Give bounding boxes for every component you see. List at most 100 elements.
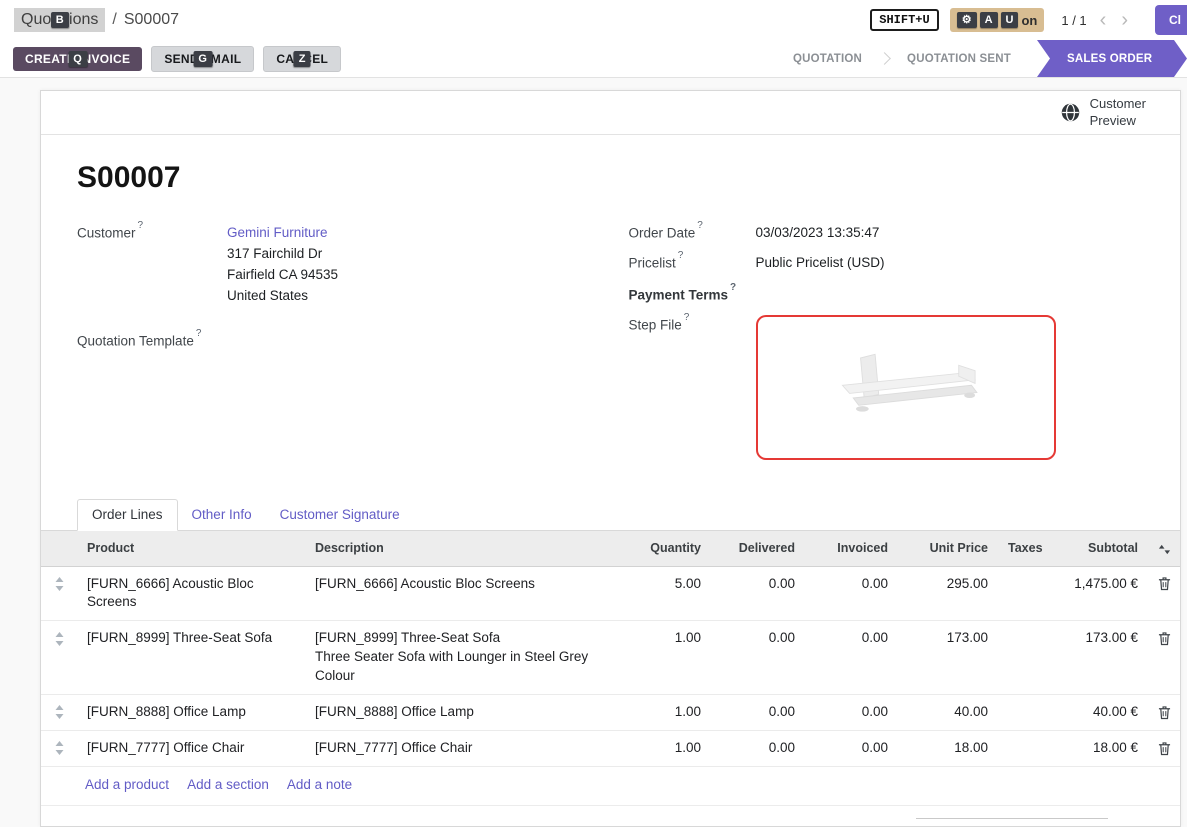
description-cell[interactable]: [FURN_8999] Three-Seat SofaThree Seater … <box>305 621 611 695</box>
invoiced-cell[interactable]: 0.00 <box>805 566 898 621</box>
add-product-link[interactable]: Add a product <box>85 777 169 792</box>
delivered-cell[interactable]: 0.00 <box>711 695 805 731</box>
quantity-cell[interactable]: 1.00 <box>611 621 711 695</box>
tab-customer-signature[interactable]: Customer Signature <box>266 500 414 530</box>
help-icon: ? <box>678 250 684 261</box>
drag-handle-icon <box>55 705 64 719</box>
cancel-button[interactable]: CANCEL Z <box>263 46 341 72</box>
create-invoice-button[interactable]: CREATE INVOICE Q <box>13 47 142 71</box>
delivered-cell[interactable]: 0.00 <box>711 566 805 621</box>
table-row[interactable]: [FURN_6666] Acoustic Bloc Screens [FURN_… <box>41 566 1181 621</box>
delete-row-button[interactable] <box>1148 695 1181 731</box>
field-pricelist: Pricelist? Public Pricelist (USD) <box>629 253 1145 274</box>
breadcrumb: Quotations B / S00007 <box>14 8 179 32</box>
trash-icon <box>1158 631 1171 646</box>
invoiced-cell[interactable]: 0.00 <box>805 695 898 731</box>
invoiced-cell[interactable]: 0.00 <box>805 621 898 695</box>
customer-link[interactable]: Gemini Furniture <box>227 225 328 240</box>
table-row[interactable]: [FURN_8888] Office Lamp [FURN_8888] Offi… <box>41 695 1181 731</box>
optional-columns-toggle[interactable] <box>1148 531 1181 566</box>
help-icon: ? <box>138 220 144 231</box>
field-label-customer: Customer? <box>77 223 227 241</box>
field-customer: Customer? Gemini Furniture 317 Fairchild… <box>77 223 593 307</box>
step-file-image[interactable] <box>756 315 1056 460</box>
field-value-pricelist[interactable]: Public Pricelist (USD) <box>756 253 885 274</box>
description-cell[interactable]: [FURN_7777] Office Chair <box>305 730 611 766</box>
breadcrumb-quotations-link[interactable]: Quotations B <box>14 8 105 32</box>
column-header-product: Product <box>77 531 305 566</box>
delivered-cell[interactable]: 0.00 <box>711 621 805 695</box>
table-row[interactable]: [FURN_8999] Three-Seat Sofa [FURN_8999] … <box>41 621 1181 695</box>
unit-price-cell[interactable]: 18.00 <box>898 730 998 766</box>
add-section-link[interactable]: Add a section <box>187 777 269 792</box>
unit-price-cell[interactable]: 40.00 <box>898 695 998 731</box>
send-email-button[interactable]: SEND EMAIL G <box>151 46 254 72</box>
field-value-order-date[interactable]: 03/03/2023 13:35:47 <box>756 223 880 244</box>
column-header-taxes: Taxes <box>998 531 1042 566</box>
close-button[interactable]: Cl <box>1155 5 1187 35</box>
taxes-cell[interactable] <box>998 730 1042 766</box>
taxes-cell[interactable] <box>998 695 1042 731</box>
quantity-cell[interactable]: 1.00 <box>611 695 711 731</box>
delete-row-button[interactable] <box>1148 566 1181 621</box>
pager-next-button[interactable]: › <box>1119 10 1130 30</box>
sheet-header-strip: Customer Preview <box>41 91 1180 135</box>
product-cell[interactable]: [FURN_6666] Acoustic Bloc Screens <box>77 566 305 621</box>
invoiced-cell[interactable]: 0.00 <box>805 730 898 766</box>
taxes-cell[interactable] <box>998 566 1042 621</box>
delivered-cell[interactable]: 0.00 <box>711 730 805 766</box>
action-menu-button[interactable]: ⚙ A U on <box>950 8 1045 32</box>
pager-previous-button[interactable]: ‹ <box>1098 10 1109 30</box>
unit-price-cell[interactable]: 295.00 <box>898 566 998 621</box>
tab-order-lines[interactable]: Order Lines <box>77 499 178 531</box>
trash-icon <box>1158 705 1171 720</box>
delete-row-button[interactable] <box>1148 621 1181 695</box>
trash-icon <box>1158 576 1171 591</box>
form-view: Customer Preview S00007 Customer? Gemini… <box>0 78 1187 827</box>
description-cell[interactable]: [FURN_8888] Office Lamp <box>305 695 611 731</box>
table-row[interactable]: [FURN_7777] Office Chair [FURN_7777] Off… <box>41 730 1181 766</box>
drag-handle-icon <box>55 741 64 755</box>
drag-handle[interactable] <box>41 730 77 766</box>
quantity-cell[interactable]: 5.00 <box>611 566 711 621</box>
delete-row-button[interactable] <box>1148 730 1181 766</box>
help-icon: ? <box>684 312 690 323</box>
taxes-cell[interactable] <box>998 621 1042 695</box>
tab-other-info[interactable]: Other Info <box>178 500 266 530</box>
help-icon: ? <box>196 328 202 339</box>
product-cell[interactable]: [FURN_8999] Three-Seat Sofa <box>77 621 305 695</box>
drag-handle[interactable] <box>41 695 77 731</box>
subtotal-cell: 40.00 € <box>1042 695 1148 731</box>
quantity-cell[interactable]: 1.00 <box>611 730 711 766</box>
sheet-body: S00007 Customer? Gemini Furniture 317 Fa… <box>41 135 1180 827</box>
notebook-tabs: Order Lines Other Info Customer Signatur… <box>41 499 1180 531</box>
status-step-sales-order[interactable]: SALES ORDER <box>1037 40 1187 77</box>
unit-price-cell[interactable]: 173.00 <box>898 621 998 695</box>
breadcrumb-record-name: S00007 <box>124 11 179 29</box>
drag-handle[interactable] <box>41 621 77 695</box>
product-cell[interactable]: [FURN_7777] Office Chair <box>77 730 305 766</box>
app-window: Quotations B / S00007 SHIFT+U ⚙ A U on 1… <box>0 0 1187 827</box>
terms-and-conditions-field[interactable]: Terms and conditions... <box>113 816 252 827</box>
furniture-3d-render-image <box>801 338 1011 438</box>
description-cell[interactable]: [FURN_6666] Acoustic Bloc Screens <box>305 566 611 621</box>
breadcrumb-separator: / <box>112 11 116 29</box>
field-order-date: Order Date? 03/03/2023 13:35:47 <box>629 223 1145 244</box>
page-title: S00007 <box>77 161 1144 195</box>
chevron-separator-icon <box>878 52 891 65</box>
product-cell[interactable]: [FURN_8888] Office Lamp <box>77 695 305 731</box>
action-menu-label: on <box>1021 13 1037 28</box>
total-row: Total: 1,706.00 € <box>916 818 1108 827</box>
column-header-description: Description <box>305 531 611 566</box>
chevron-left-icon: ‹ <box>1100 9 1107 31</box>
field-step-file: Step File? <box>629 315 1145 460</box>
customer-preview-button[interactable]: Customer Preview <box>1060 96 1146 129</box>
drag-handle[interactable] <box>41 566 77 621</box>
column-header-quantity: Quantity <box>611 531 711 566</box>
trash-icon <box>1158 741 1171 756</box>
status-step-quotation[interactable]: QUOTATION <box>777 40 878 77</box>
keyboard-hint-badge: Z <box>294 51 311 67</box>
add-note-link[interactable]: Add a note <box>287 777 352 792</box>
status-step-quotation-sent[interactable]: QUOTATION SENT <box>891 40 1027 77</box>
field-payment-terms: Payment Terms? <box>629 285 1145 303</box>
